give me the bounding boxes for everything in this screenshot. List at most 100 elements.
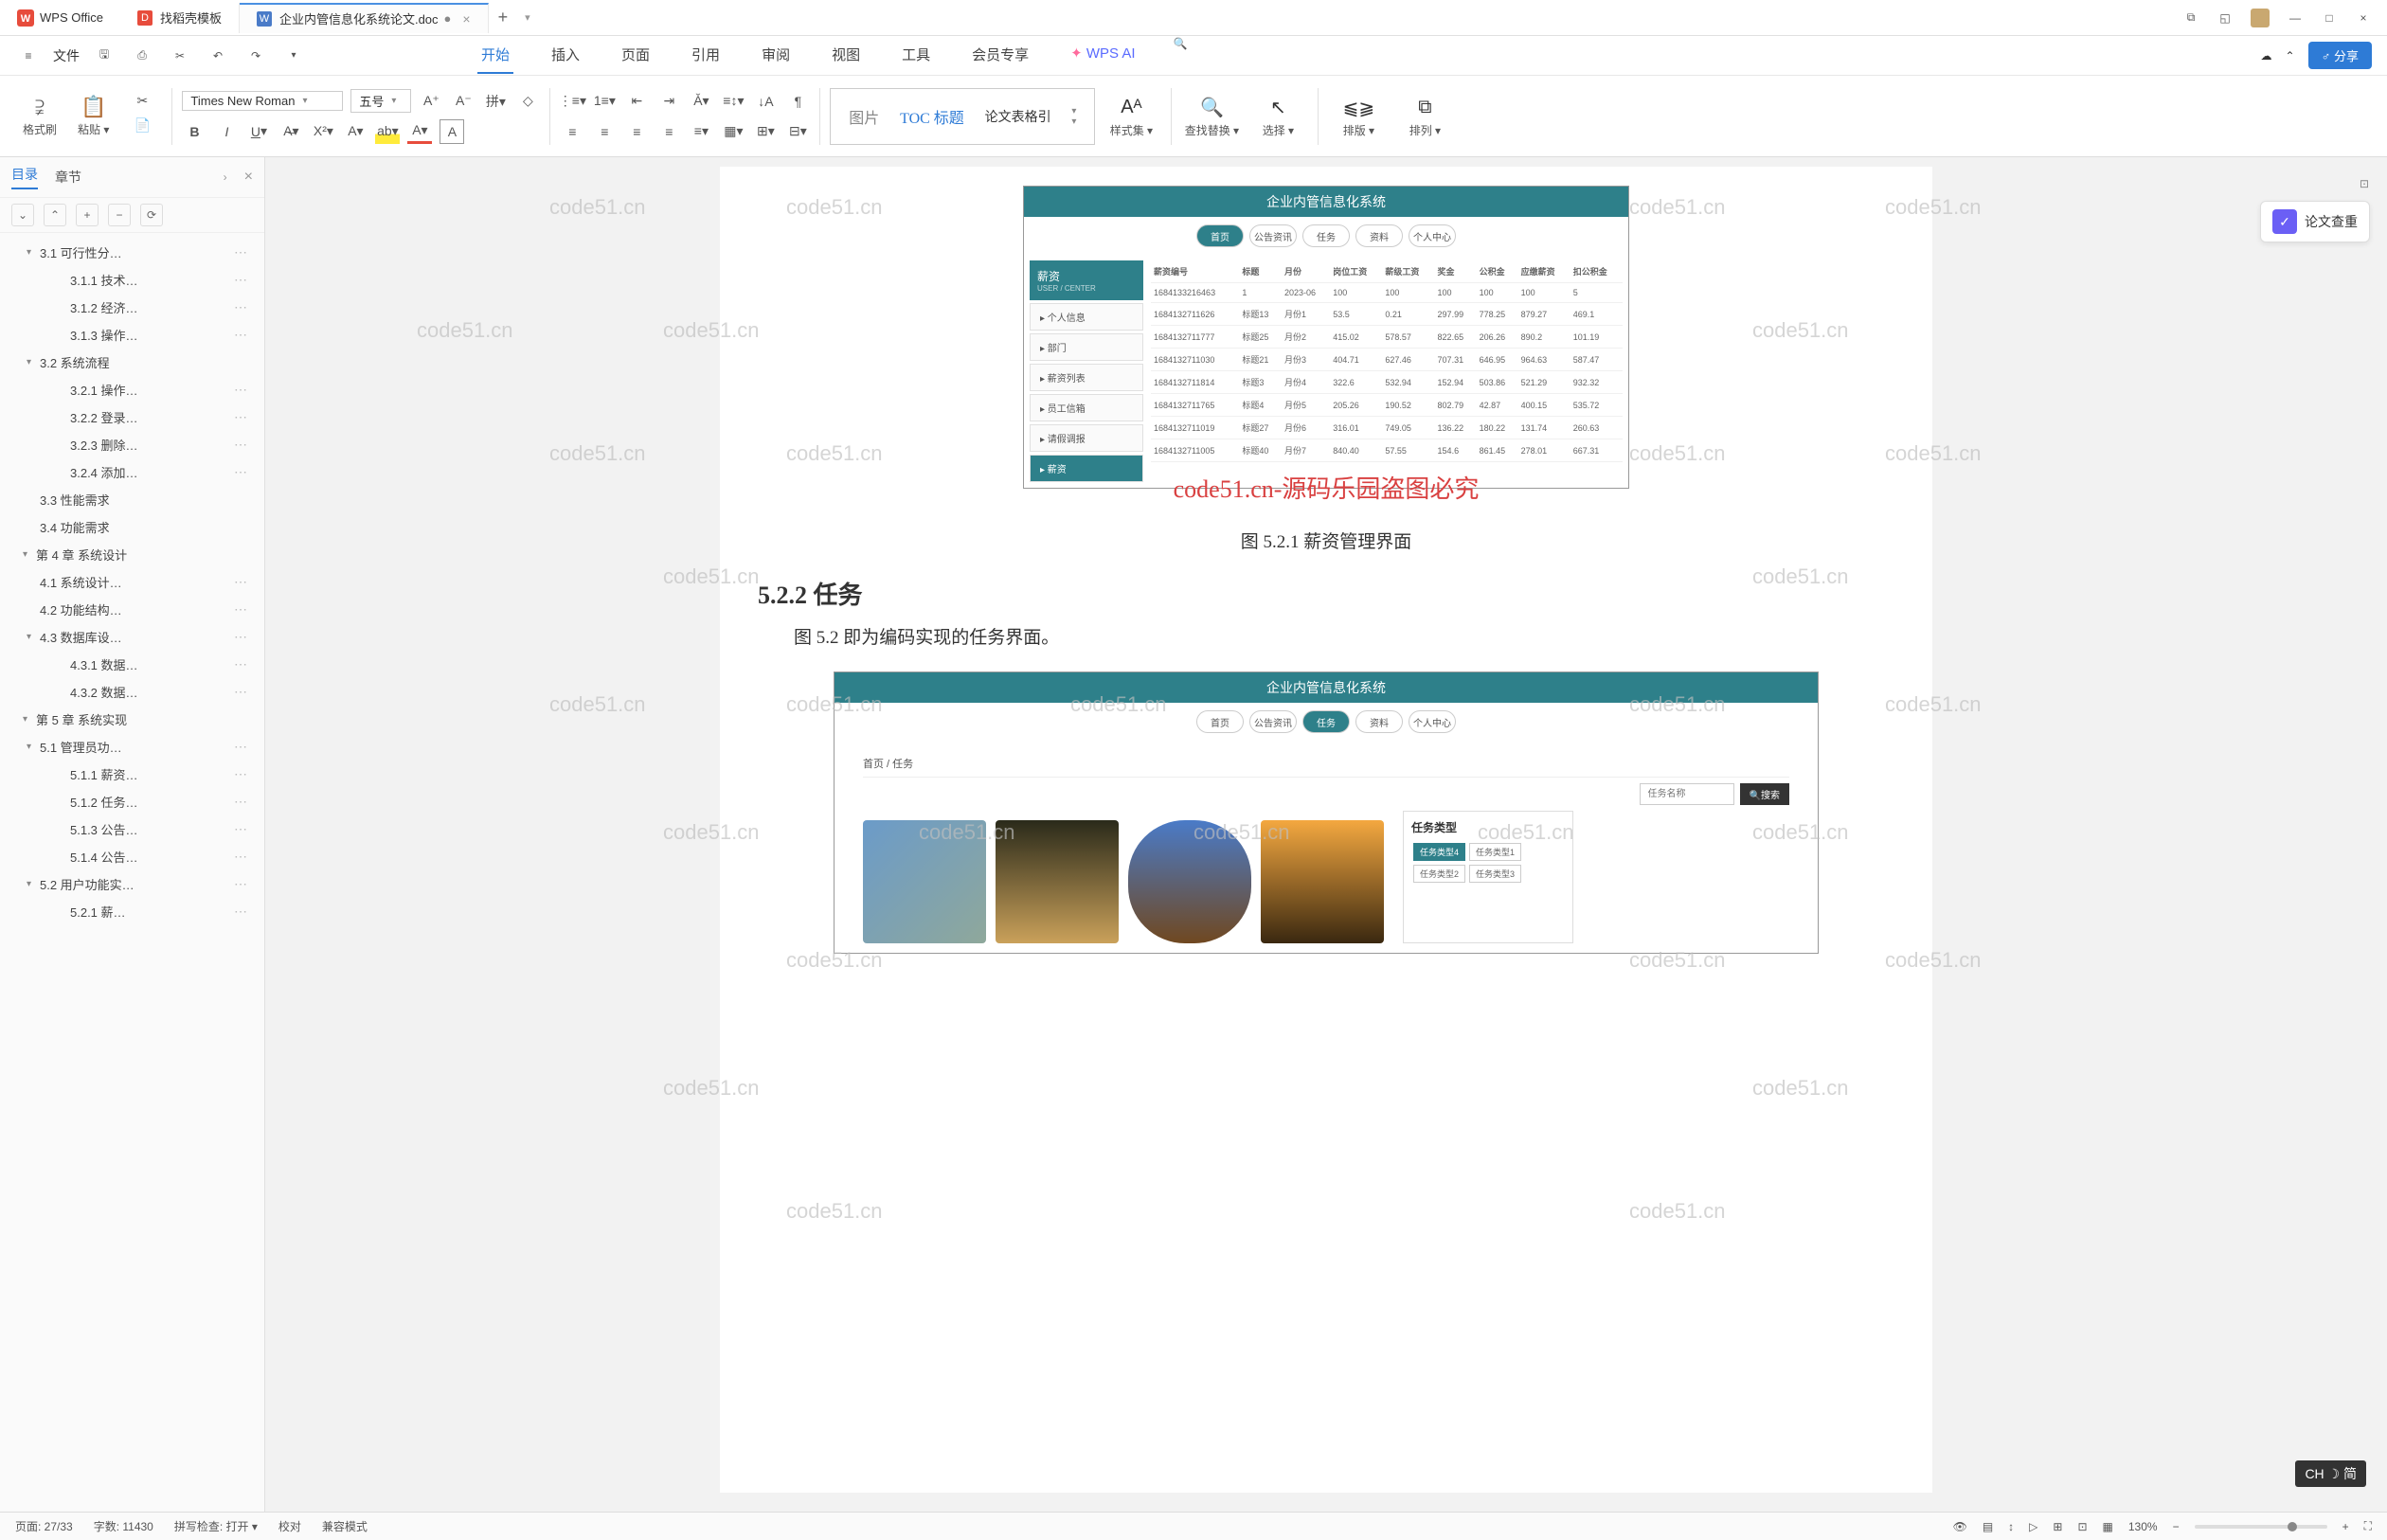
text-direction-icon[interactable]: Ǎ▾ [689,89,713,114]
sys-side-item[interactable]: ▸ 部门 [1030,333,1143,361]
cut-icon[interactable]: ✂ [130,89,154,114]
sys-nav-item[interactable]: 首页 [1196,224,1244,247]
style-gallery[interactable]: 图片 TOC 标题 论文表格引 ▾▾ [830,88,1095,145]
style-pic[interactable]: 图片 [849,105,879,128]
expand-all-icon[interactable]: ⌃ [44,204,66,226]
tab-vip[interactable]: 会员专享 [968,37,1032,74]
style-set-button[interactable]: Aᴬ 样式集 ▾ [1101,94,1161,138]
zoom-out-icon[interactable]: − [2173,1520,2180,1533]
dropdown-icon[interactable]: ▾ [280,43,307,69]
toc-item[interactable]: 4.2 功能结构…⋯ [0,596,264,623]
justify-icon[interactable]: ≡ [656,119,681,144]
number-list-icon[interactable]: 1≡▾ [592,89,617,114]
task-search-input[interactable] [1640,783,1734,805]
sys-nav-item[interactable]: 任务 [1302,224,1350,247]
font-name-select[interactable]: Times New Roman▾ [182,91,343,111]
file-menu[interactable]: 文件 [53,46,80,65]
toc-item[interactable]: 5.1.1 薪资…⋯ [0,761,264,788]
redo-icon[interactable]: ↷ [242,43,269,69]
tab-reference[interactable]: 引用 [688,37,724,74]
hamburger-icon[interactable]: ≡ [15,43,42,69]
toc-item[interactable]: 5.1.3 公告…⋯ [0,815,264,843]
toc-item[interactable]: 3.2.2 登录…⋯ [0,403,264,431]
toc-item[interactable]: ▾3.2 系统流程 [0,349,264,376]
view-play-icon[interactable]: ▷ [2029,1520,2037,1533]
preview-icon[interactable]: ✂ [167,43,193,69]
zoom-slider[interactable] [2195,1525,2327,1529]
sys-nav-item[interactable]: 资料 [1355,224,1403,247]
font-color-icon[interactable]: A▾ [407,119,432,144]
sys-side-item[interactable]: ▸ 个人信息 [1030,303,1143,331]
toc-item[interactable]: 3.1.1 技术…⋯ [0,266,264,294]
align-left-icon[interactable]: ≡ [560,119,584,144]
view-web-icon[interactable]: ⊡ [2077,1520,2087,1533]
layout-button[interactable]: ⫹⫺ 排版 ▾ [1328,94,1389,138]
cloud-icon[interactable]: ☁ [2261,49,2272,63]
proof-status[interactable]: 校对 [278,1518,301,1534]
document-canvas[interactable]: ⋮⋮⋮⋮ code51.cn code51.cn code51.cn code5… [265,157,2387,1512]
remove-icon[interactable]: − [108,204,131,226]
close-icon[interactable]: × [2355,9,2372,27]
task-card[interactable] [996,820,1119,943]
view-eye-icon[interactable]: 👁 [1953,1520,1967,1533]
tab-review[interactable]: 审阅 [758,37,794,74]
sys-nav-item[interactable]: 个人中心 [1409,224,1456,247]
toc-item[interactable]: 3.4 功能需求 [0,513,264,541]
show-marks-icon[interactable]: ¶ [785,89,810,114]
toc-item[interactable]: 3.2.4 添加…⋯ [0,458,264,486]
paste-icon[interactable]: 📋 [81,95,106,119]
sys-side-item[interactable]: ▸ 请假调报 [1030,424,1143,452]
tab-view[interactable]: 视图 [828,37,864,74]
zoom-level[interactable]: 130% [2128,1520,2158,1533]
align-right-icon[interactable]: ≡ [624,119,649,144]
type-tag[interactable]: 任务类型4 [1413,843,1465,861]
task-card[interactable] [863,820,986,943]
toc-item[interactable]: 4.3.1 数据…⋯ [0,651,264,678]
sidebar-close-icon[interactable]: × [244,169,253,186]
toc-item[interactable]: 3.1.3 操作…⋯ [0,321,264,349]
toc-item[interactable]: ▾第 5 章 系统实现 [0,706,264,733]
style-toc[interactable]: TOC 标题 [900,105,964,128]
sys-side-item[interactable]: ▸ 员工信箱 [1030,394,1143,421]
sort-icon[interactable]: ↓A [753,89,778,114]
save-icon[interactable]: 🖫 [91,43,117,69]
decrease-indent-icon[interactable]: ⇤ [624,89,649,114]
toc-item[interactable]: ▾4.3 数据库设…⋯ [0,623,264,651]
bullet-list-icon[interactable]: ⋮≡▾ [560,89,584,114]
plagiarism-check-button[interactable]: ✓ 论文查重 [2260,201,2370,242]
collapse-ribbon-icon[interactable]: ⌃ [2286,49,2295,63]
spell-check-status[interactable]: 拼写检查: 打开 ▾ [174,1518,258,1534]
minimize-icon[interactable]: — [2287,9,2304,27]
toc-item[interactable]: 5.1.4 公告…⋯ [0,843,264,870]
view-ruler-icon[interactable]: ↕ [2008,1520,2014,1533]
arrange-button[interactable]: ⧉ 排列 ▾ [1394,94,1455,138]
underline-icon[interactable]: U▾ [246,119,271,144]
tab-icon[interactable]: ⊟▾ [785,119,810,144]
sys-side-item[interactable]: ▸ 薪资列表 [1030,364,1143,391]
toc-item[interactable]: 5.2.1 薪…⋯ [0,898,264,925]
text-effect-icon[interactable]: A▾ [343,119,368,144]
type-tag[interactable]: 任务类型1 [1469,843,1521,861]
toolbox-icon[interactable]: ⊡ [2347,167,2381,201]
sidebar-tab-chapter[interactable]: 章节 [55,168,81,187]
shrink-font-icon[interactable]: A⁻ [451,89,476,114]
fullscreen-icon[interactable]: ⛶ [2364,1519,2372,1533]
add-icon[interactable]: + [76,204,99,226]
toc-item[interactable]: 3.2.1 操作…⋯ [0,376,264,403]
type-tag[interactable]: 任务类型2 [1413,865,1465,883]
compat-mode[interactable]: 兼容模式 [322,1518,368,1534]
char-border-icon[interactable]: A [440,119,464,144]
refresh-icon[interactable]: ⟳ [140,204,163,226]
tab-menu-icon[interactable]: ▾ [525,11,530,24]
sidebar-next-icon[interactable]: › [224,170,227,184]
cube-icon[interactable]: ◱ [2216,9,2234,27]
tab-page[interactable]: 页面 [618,37,654,74]
italic-icon[interactable]: I [214,119,239,144]
distribute-icon[interactable]: ≡▾ [689,119,713,144]
strike-icon[interactable]: A̶▾ [278,119,303,144]
toc-item[interactable]: 3.1.2 经济…⋯ [0,294,264,321]
find-replace-button[interactable]: 🔍 查找替换 ▾ [1181,94,1242,138]
tab-template[interactable]: D 找稻壳模板 [120,3,240,33]
copy-icon[interactable]: 📄 [130,114,154,138]
share-button[interactable]: ♂ 分享 [2308,42,2372,69]
